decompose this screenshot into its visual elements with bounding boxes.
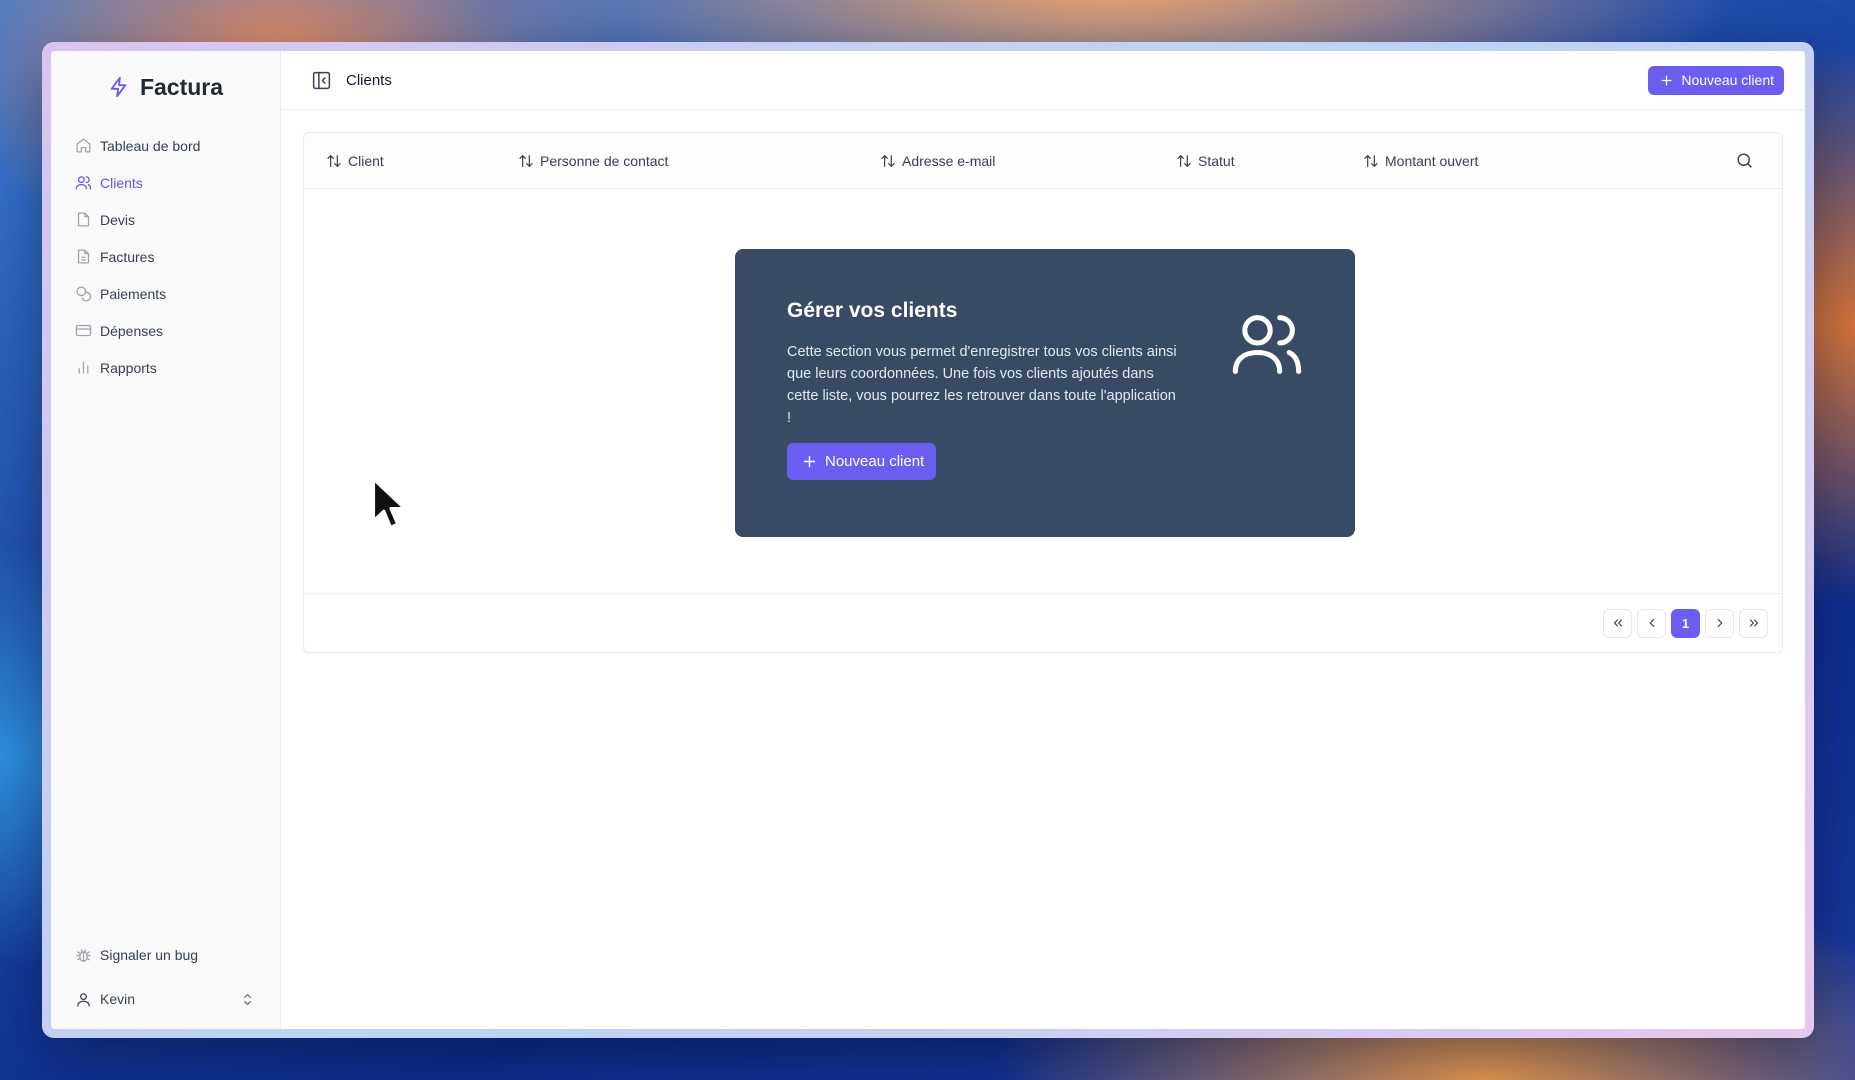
- column-label: Client: [348, 153, 384, 169]
- users-icon: [1232, 315, 1302, 375]
- column-label: Adresse e-mail: [902, 153, 996, 169]
- chevrons-left-icon: [1613, 619, 1622, 627]
- sidebar-item-label: Paiements: [100, 285, 167, 302]
- sidebar-nav: Tableau de bord Clients Devis Factures P…: [51, 127, 280, 386]
- empty-state-description: Cette section vous permet d'enregistrer …: [787, 344, 1177, 426]
- empty-state-title: Gérer vos clients: [787, 299, 958, 322]
- first-page-button[interactable]: [1603, 608, 1632, 638]
- file-icon: [77, 212, 90, 227]
- sidebar-item-depenses[interactable]: Dépenses: [75, 312, 256, 349]
- sidebar-item-factures[interactable]: Factures: [75, 238, 256, 275]
- app-container: Factura Tableau de bord Clients Devis Fa…: [51, 51, 1805, 1029]
- user-name: Kevin: [100, 991, 136, 1007]
- sidebar-item-label: Factures: [100, 248, 155, 265]
- plus-icon: [1661, 75, 1672, 85]
- sidebar-item-label: Tableau de bord: [100, 137, 201, 154]
- column-header-status[interactable]: Statut: [1176, 133, 1235, 189]
- prev-page-button[interactable]: [1637, 608, 1666, 638]
- user-icon: [77, 992, 90, 1007]
- column-label: Personne de contact: [540, 153, 669, 169]
- sort-icon: [1177, 155, 1191, 167]
- column-header-client[interactable]: Client: [326, 133, 384, 189]
- credit-card-icon: [75, 324, 92, 337]
- chevrons-right-icon: [1749, 619, 1758, 627]
- users-icon: [75, 176, 92, 190]
- last-page-button[interactable]: [1739, 608, 1768, 638]
- column-label: Statut: [1198, 153, 1235, 169]
- coins-icon: [76, 286, 92, 302]
- user-menu[interactable]: Kevin: [75, 977, 256, 1021]
- pagination: 1: [304, 594, 1782, 652]
- empty-state-card: Gérer vos clients Cette section vous per…: [735, 249, 1355, 537]
- bug-icon: [76, 948, 91, 962]
- sidebar-item-clients[interactable]: Clients: [75, 164, 256, 201]
- column-header-email[interactable]: Adresse e-mail: [880, 133, 995, 189]
- table-body: Gérer vos clients Cette section vous per…: [304, 189, 1782, 594]
- sidebar-item-rapports[interactable]: Rapports: [75, 349, 256, 386]
- empty-state-new-client-button[interactable]: Nouveau client: [787, 443, 937, 480]
- sidebar-item-paiements[interactable]: Paiements: [75, 275, 256, 312]
- home-icon: [76, 138, 91, 153]
- main-area: Clients Nouveau client Client Personne d…: [281, 51, 1805, 1029]
- empty-state-button-label: Nouveau client: [825, 453, 925, 470]
- chevron-left-icon: [1649, 618, 1654, 628]
- table-header: Client Personne de contact Adresse e-mai…: [304, 133, 1782, 189]
- app-window: Factura Tableau de bord Clients Devis Fa…: [42, 42, 1814, 1038]
- chevrons-up-down-icon: [244, 993, 251, 1005]
- sidebar-item-devis[interactable]: Devis: [75, 201, 256, 238]
- next-page-button[interactable]: [1705, 608, 1734, 638]
- sidebar-item-label: Dépenses: [100, 322, 164, 339]
- topbar: Clients Nouveau client: [281, 51, 1805, 110]
- report-bug-label: Signaler un bug: [100, 947, 199, 963]
- sidebar-item-label: Clients: [100, 174, 143, 191]
- clients-table: Client Personne de contact Adresse e-mai…: [303, 132, 1783, 653]
- sort-icon: [519, 155, 533, 167]
- sort-icon: [327, 155, 341, 167]
- sidebar-item-label: Devis: [100, 211, 136, 228]
- column-header-contact[interactable]: Personne de contact: [518, 133, 668, 189]
- report-bug-link[interactable]: Signaler un bug: [75, 933, 256, 977]
- brand-name: Factura: [139, 73, 224, 100]
- sort-icon: [881, 155, 895, 167]
- sidebar-toggle-icon[interactable]: [311, 70, 332, 91]
- plus-icon: [803, 455, 816, 468]
- file-text-icon: [77, 249, 90, 264]
- mouse-cursor-icon: [372, 478, 406, 529]
- sidebar-item-dashboard[interactable]: Tableau de bord: [75, 127, 256, 164]
- chevron-right-icon: [1717, 618, 1722, 628]
- column-label: Montant ouvert: [1385, 153, 1479, 169]
- sort-icon: [1364, 155, 1378, 167]
- page-button-current[interactable]: 1: [1671, 608, 1700, 638]
- content: Client Personne de contact Adresse e-mai…: [281, 110, 1805, 653]
- page-title: Clients: [346, 71, 392, 89]
- sidebar-item-label: Rapports: [100, 359, 157, 376]
- sidebar-footer: Signaler un bug Kevin: [75, 933, 256, 1021]
- sidebar: Factura Tableau de bord Clients Devis Fa…: [51, 51, 281, 1029]
- bar-chart-icon: [78, 361, 89, 374]
- brand-logo[interactable]: Factura: [51, 57, 280, 117]
- new-client-label: Nouveau client: [1681, 72, 1774, 88]
- bolt-icon: [110, 76, 127, 98]
- new-client-button[interactable]: Nouveau client: [1648, 65, 1784, 95]
- column-header-amount[interactable]: Montant ouvert: [1363, 133, 1478, 189]
- search-icon[interactable]: [1735, 151, 1754, 170]
